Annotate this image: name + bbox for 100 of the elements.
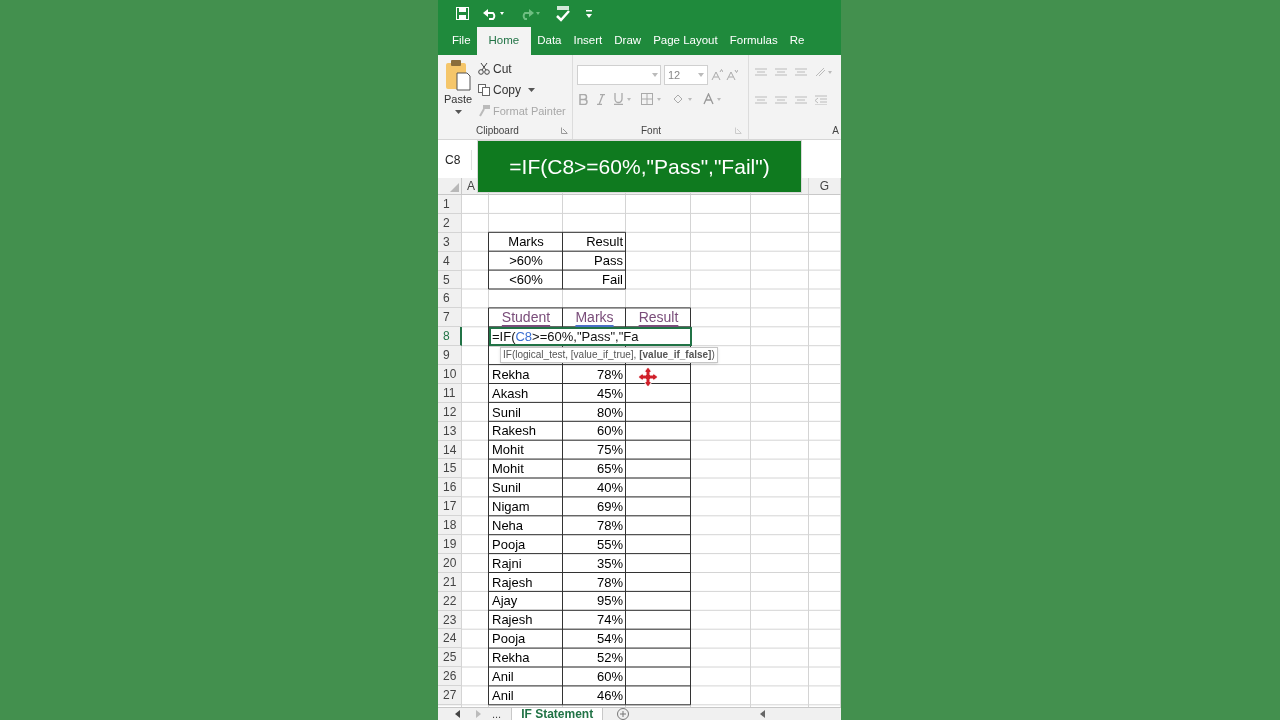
scissors-icon[interactable] bbox=[478, 63, 490, 75]
ribbon-tab[interactable]: Insert bbox=[567, 27, 609, 55]
table-cell[interactable]: Neha bbox=[492, 515, 524, 536]
table-cell[interactable]: 78% bbox=[596, 515, 623, 536]
borders-icon[interactable] bbox=[641, 93, 663, 105]
ribbon-tab[interactable]: Formulas bbox=[723, 27, 784, 55]
copy-icon[interactable] bbox=[478, 84, 490, 96]
row-header[interactable]: 15 bbox=[438, 459, 462, 479]
table-cell[interactable]: Sunil bbox=[492, 402, 521, 422]
align-top-icon[interactable] bbox=[755, 68, 767, 76]
row-header[interactable]: 24 bbox=[438, 629, 462, 649]
shrink-font-icon[interactable] bbox=[726, 69, 738, 81]
table-cell[interactable]: Result bbox=[586, 232, 623, 252]
ribbon-tab[interactable]: File bbox=[446, 27, 477, 55]
align-left-icon[interactable] bbox=[755, 96, 767, 104]
font-name-field[interactable] bbox=[577, 65, 661, 85]
customize-caret-icon[interactable] bbox=[585, 8, 593, 19]
table-cell[interactable]: Akash bbox=[492, 383, 529, 404]
dialog-launcher-icon[interactable] bbox=[561, 126, 568, 134]
row-header[interactable]: 7 bbox=[438, 308, 462, 328]
paste-button[interactable]: Paste bbox=[444, 59, 472, 121]
caret-icon[interactable] bbox=[454, 109, 462, 115]
row-header[interactable]: 27 bbox=[438, 686, 462, 706]
table-cell[interactable]: 46% bbox=[596, 685, 623, 706]
table-cell[interactable]: Rajesh bbox=[492, 610, 533, 630]
table-cell[interactable]: 55% bbox=[596, 534, 623, 555]
ribbon-tab[interactable]: Page Layout bbox=[647, 27, 724, 55]
table-cell[interactable]: 95% bbox=[596, 591, 623, 611]
row-header[interactable]: 6 bbox=[438, 289, 462, 309]
align-center-icon[interactable] bbox=[775, 96, 787, 104]
font-color-icon[interactable] bbox=[703, 93, 723, 105]
orientation-icon[interactable] bbox=[815, 67, 833, 77]
table-cell[interactable]: 78% bbox=[596, 364, 623, 385]
scroll-left-icon[interactable] bbox=[759, 710, 768, 718]
table-cell[interactable]: 60% bbox=[596, 666, 623, 687]
spelling-check-icon[interactable] bbox=[555, 5, 571, 22]
sheet-tab[interactable]: IF Statement bbox=[511, 707, 604, 720]
align-right-icon[interactable] bbox=[795, 96, 807, 104]
table-cell[interactable]: 40% bbox=[596, 478, 623, 498]
table-cell[interactable]: Rakesh bbox=[492, 421, 537, 441]
caret-icon[interactable] bbox=[528, 87, 535, 93]
table-cell[interactable]: Nigam bbox=[492, 496, 530, 517]
table-cell[interactable]: >60% bbox=[509, 251, 543, 271]
select-all-icon[interactable] bbox=[450, 183, 459, 192]
next-sheet-icon[interactable] bbox=[474, 710, 482, 718]
row-header[interactable]: 10 bbox=[438, 365, 462, 384]
table-cell[interactable]: Pooja bbox=[492, 629, 526, 649]
table-cell[interactable]: 60% bbox=[596, 421, 623, 441]
cut-button[interactable]: Cut bbox=[478, 60, 566, 78]
table-cell[interactable]: 52% bbox=[596, 648, 623, 668]
table-cell[interactable]: <60% bbox=[509, 270, 543, 290]
table-cell[interactable]: 80% bbox=[596, 402, 623, 422]
align-bottom-icon[interactable] bbox=[795, 68, 807, 76]
row-header[interactable]: 8 bbox=[438, 327, 462, 347]
undo-icon[interactable] bbox=[483, 7, 505, 20]
clipboard-icon[interactable] bbox=[445, 59, 471, 91]
table-cell[interactable]: Fail bbox=[602, 270, 623, 290]
italic-icon[interactable] bbox=[597, 93, 605, 105]
table-cell[interactable]: 69% bbox=[596, 496, 623, 517]
add-sheet-icon[interactable] bbox=[617, 708, 630, 720]
ribbon-tab[interactable]: Re bbox=[783, 27, 811, 55]
row-header[interactable]: 26 bbox=[438, 667, 462, 687]
column-heading[interactable]: Result bbox=[638, 307, 679, 329]
ribbon-tab[interactable]: Draw bbox=[608, 27, 648, 55]
dialog-launcher-icon[interactable] bbox=[735, 126, 742, 134]
table-cell[interactable]: 74% bbox=[596, 610, 623, 630]
row-header[interactable]: 25 bbox=[438, 648, 462, 668]
align-middle-icon[interactable] bbox=[775, 68, 787, 76]
more-sheets-button[interactable]: ... bbox=[492, 708, 502, 720]
table-cell[interactable]: Anil bbox=[492, 685, 514, 706]
bold-icon[interactable] bbox=[579, 93, 588, 105]
table-cell[interactable]: Sunil bbox=[492, 478, 521, 498]
previous-sheet-icon[interactable] bbox=[454, 710, 462, 718]
table-cell[interactable]: Mohit bbox=[492, 440, 524, 460]
decrease-indent-icon[interactable] bbox=[815, 95, 827, 105]
table-cell[interactable]: Rekha bbox=[492, 648, 530, 668]
row-header[interactable]: 18 bbox=[438, 516, 462, 536]
table-cell[interactable]: Anil bbox=[492, 666, 514, 687]
row-header[interactable]: 19 bbox=[438, 535, 462, 554]
table-cell[interactable]: 65% bbox=[596, 459, 623, 479]
ribbon-tab[interactable]: Data bbox=[531, 27, 568, 55]
table-cell[interactable]: 75% bbox=[596, 440, 623, 460]
table-cell[interactable]: Rajesh bbox=[492, 572, 533, 592]
column-header[interactable]: A bbox=[467, 177, 475, 195]
row-header[interactable]: 1 bbox=[438, 195, 462, 214]
table-cell[interactable]: 54% bbox=[596, 629, 623, 649]
row-header[interactable]: 17 bbox=[438, 497, 462, 517]
table-cell[interactable]: Rajni bbox=[492, 553, 522, 574]
column-heading[interactable]: Student bbox=[501, 307, 551, 329]
row-header[interactable]: 9 bbox=[438, 346, 462, 365]
table-cell[interactable]: Ajay bbox=[492, 591, 518, 611]
copy-button[interactable]: Copy bbox=[478, 81, 566, 99]
row-header[interactable]: 16 bbox=[438, 478, 462, 498]
ribbon-tab[interactable]: Home bbox=[476, 27, 532, 55]
table-cell[interactable]: Pooja bbox=[492, 534, 526, 555]
table-cell[interactable]: Pass bbox=[594, 251, 623, 271]
table-cell[interactable]: 78% bbox=[596, 572, 623, 592]
column-heading[interactable]: Marks bbox=[575, 307, 614, 329]
cell-edit-field[interactable]: =IF(C8>=60%,"Pass","Fa bbox=[489, 327, 692, 347]
table-cell[interactable]: Rekha bbox=[492, 364, 530, 385]
